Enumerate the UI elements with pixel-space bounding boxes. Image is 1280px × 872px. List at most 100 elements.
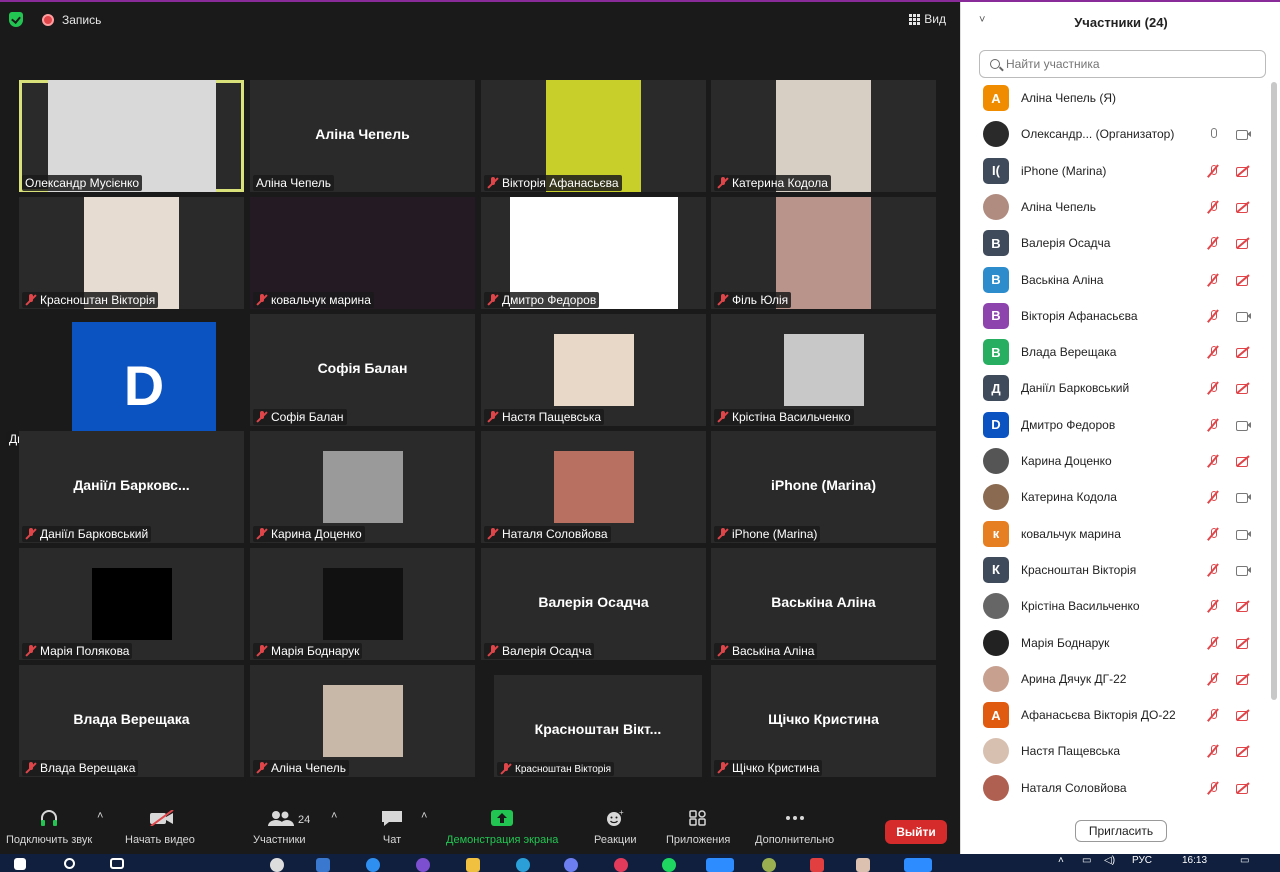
search-icon [990,59,1000,69]
video-tile[interactable]: Аліна Чепель [250,665,475,777]
apps-button[interactable]: Приложения [666,810,730,846]
participant-video-image [322,451,403,523]
more-label: Дополнительно [755,834,835,846]
clock[interactable]: 16:13 [1182,855,1207,866]
participant-display-name: iPhone (Marina) [770,477,876,493]
app-icon[interactable] [810,858,824,872]
video-tile[interactable]: Дмитро Федоров [481,197,706,309]
notifications-icon[interactable]: ▭ [1240,855,1249,866]
audio-options-chevron-icon[interactable]: ˄ [97,810,103,822]
windows-start-icon[interactable] [14,858,26,870]
participant-row[interactable]: В Васькіна Аліна [961,262,1271,298]
leave-button[interactable]: Выйти [885,820,947,844]
discord-icon[interactable] [564,858,578,872]
participant-row[interactable]: Катерина Кодола [961,479,1271,515]
search-icon[interactable] [64,858,75,869]
chat-button[interactable]: Чат [381,810,403,846]
video-tile[interactable]: Вікторія Афанасьєва [481,80,706,192]
share-screen-button[interactable]: Демонстрация экрана [446,810,558,846]
video-tile[interactable]: Наталя Соловйова [481,431,706,543]
video-tile[interactable]: Щічко Кристина Щічко Кристина [711,665,936,777]
spotify-icon[interactable] [662,858,676,872]
app-icon[interactable] [856,858,870,872]
participant-row-name: Катерина Кодола [1021,490,1117,505]
mic-muted-icon [1205,309,1221,323]
settings-gear-icon[interactable] [270,858,284,872]
view-button[interactable]: Вид [909,12,946,26]
participant-row[interactable]: А Афанасьєва Вікторія ДО-22 [961,697,1271,733]
participant-row[interactable]: Олександр... (Организатор) [961,116,1271,152]
muted-mic-icon [717,645,729,657]
video-tile[interactable]: Аліна Чепель Аліна Чепель [250,80,475,192]
participant-row[interactable]: D Дмитро Федоров [961,407,1271,443]
join-audio-button[interactable]: Подключить звук [6,810,92,846]
participant-status-icons [1205,273,1251,287]
video-tile[interactable]: ковальчук марина [250,197,475,309]
participant-row[interactable]: В Вікторія Афанасьєва [961,298,1271,334]
participant-row[interactable]: В Влада Верещака [961,334,1271,370]
zoom-icon[interactable] [706,858,734,872]
participant-row[interactable]: Марія Боднарук [961,625,1271,661]
participant-display-name: Влада Верещака [73,711,190,727]
volume-icon[interactable]: ◁) [1104,855,1115,866]
video-tile[interactable]: Карина Доценко [250,431,475,543]
language-indicator[interactable]: РУС [1132,855,1152,866]
zoom-icon[interactable] [904,858,932,872]
apps-label: Приложения [666,834,731,846]
participant-row[interactable]: Аліна Чепель [961,189,1271,225]
video-tile[interactable]: Красноштан Вікторія [19,197,244,309]
video-tile[interactable]: Настя Пащевська [481,314,706,426]
participant-row[interactable]: Настя Пащевська [961,733,1271,769]
more-button[interactable]: Дополнительно [755,810,834,846]
participant-row[interactable]: К Красноштан Вікторія [961,552,1271,588]
security-shield-icon[interactable] [9,12,23,27]
participant-row[interactable]: А Аліна Чепель (Я) [961,80,1271,116]
video-tile[interactable]: Васькіна Аліна Васькіна Аліна [711,548,936,660]
participant-list-scrollbar[interactable] [1271,82,1277,700]
task-view-icon[interactable] [110,858,124,869]
tray-up-chevron-icon[interactable]: ˄ [1058,855,1064,866]
video-tile[interactable]: Марія Полякова [19,548,244,660]
steam-icon[interactable] [316,858,330,872]
participant-row[interactable]: Наталя Соловйова [961,770,1271,806]
opera-icon[interactable] [614,858,628,872]
participant-row[interactable]: Арина Дячук ДГ-22 [961,661,1271,697]
browser-icon[interactable] [366,858,380,872]
video-tile[interactable]: Крістіна Васильченко [711,314,936,426]
participants-options-chevron-icon[interactable]: ˄ [331,810,337,822]
start-video-button[interactable]: Начать видео [125,809,195,846]
participant-search[interactable] [979,50,1266,78]
video-tile[interactable]: iPhone (Marina) iPhone (Marina) [711,431,936,543]
video-tile[interactable]: Катерина Кодола [711,80,936,192]
network-icon[interactable]: ▭ [1082,855,1091,866]
video-tile[interactable]: Даніїл Барковс... Даніїл Барковський [19,431,244,543]
video-off-icon [149,809,174,827]
camera-icon [1235,127,1251,141]
video-tile[interactable]: Влада Верещака Влада Верещака [19,665,244,777]
participant-name-label: Софія Балан [253,409,347,425]
participant-row[interactable]: Д Даніїл Барковський [961,370,1271,406]
video-tile[interactable]: Красноштан Вікт... Красноштан Вікторія [494,675,702,777]
invite-button[interactable]: Пригласить [1075,820,1167,842]
reactions-button[interactable]: + Реакции [594,808,637,846]
video-tile[interactable]: Філь Юлія [711,197,936,309]
viber-icon[interactable] [416,858,430,872]
video-tile[interactable]: Софія Балан Софія Балан [250,314,475,426]
video-tile[interactable]: Валерія Осадча Валерія Осадча [481,548,706,660]
participant-row[interactable]: Карина Доценко [961,443,1271,479]
camera-off-icon [1235,599,1251,613]
video-tile[interactable]: DДмитро Федоров [3,312,246,448]
folder-icon[interactable] [466,858,480,872]
participant-row-name: Карина Доценко [1021,454,1112,468]
participant-row[interactable]: Крістіна Васильченко [961,588,1271,624]
participant-row[interactable]: I(iPhone (Marina) [961,153,1271,189]
participant-row[interactable]: В Валерія Осадча [961,225,1271,261]
participant-search-input[interactable] [1006,57,1246,71]
telegram-icon[interactable] [516,858,530,872]
participant-row-name: Марія Боднарук [1021,635,1110,650]
video-tile[interactable]: Олександр Мусієнко [19,80,244,192]
participant-row[interactable]: к ковальчук марина [961,516,1271,552]
chat-options-chevron-icon[interactable]: ˄ [421,810,427,822]
app-icon[interactable] [762,858,776,872]
video-tile[interactable]: Марія Боднарук [250,548,475,660]
